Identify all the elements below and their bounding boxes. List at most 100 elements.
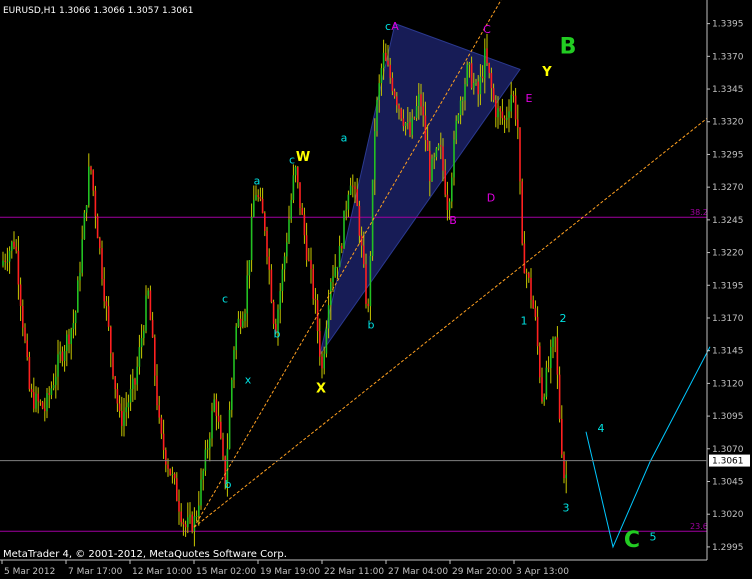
candle-body bbox=[202, 470, 204, 480]
candle-body bbox=[57, 354, 59, 377]
candle-body bbox=[143, 330, 145, 339]
candle-body bbox=[415, 106, 418, 118]
candle-body bbox=[352, 185, 354, 187]
candle-body bbox=[338, 245, 341, 268]
chart-background bbox=[0, 0, 752, 579]
candle-body bbox=[391, 77, 394, 92]
candle-body bbox=[400, 108, 402, 119]
time-tick-label: 7 Mar 17:00 bbox=[68, 567, 123, 577]
candle-body bbox=[191, 514, 193, 532]
candle-body bbox=[347, 194, 350, 210]
candle-body bbox=[28, 357, 31, 390]
candle-body bbox=[145, 295, 147, 331]
candle-body bbox=[81, 239, 83, 273]
candle-body bbox=[242, 321, 244, 327]
price-tick-label: 1.3145 bbox=[712, 347, 744, 357]
candle-body bbox=[462, 100, 464, 102]
candle-body bbox=[13, 241, 15, 247]
candle-body bbox=[497, 108, 499, 118]
candle-body bbox=[206, 448, 209, 450]
candle-body bbox=[508, 111, 510, 118]
price-chart[interactable]: 38.223.6 c A CBYEac WaDBcbbxXb1 243C 5 1.3395… bbox=[0, 0, 752, 579]
time-tick-label: 22 Mar 11:00 bbox=[324, 567, 384, 577]
candle-body bbox=[556, 337, 559, 375]
price-tick-label: 1.3370 bbox=[712, 52, 744, 62]
candle-body bbox=[437, 145, 440, 149]
candle-body bbox=[107, 306, 110, 327]
candle-body bbox=[59, 351, 61, 355]
current-price-label: 1.3061 bbox=[712, 457, 744, 467]
wave-label: C bbox=[483, 23, 491, 36]
candle-body bbox=[409, 121, 411, 135]
candle-body bbox=[429, 150, 431, 181]
candle-body bbox=[55, 376, 57, 386]
candle-body bbox=[250, 216, 253, 261]
candle-body bbox=[448, 201, 451, 211]
wave-label: c bbox=[222, 292, 228, 305]
candle-body bbox=[173, 473, 176, 479]
price-tick-label: 1.3020 bbox=[712, 510, 744, 520]
candle-body bbox=[237, 318, 240, 327]
candle-body bbox=[424, 115, 427, 141]
candle-body bbox=[290, 199, 292, 220]
candle-body bbox=[358, 205, 361, 236]
candle-body bbox=[239, 318, 242, 327]
candle-body bbox=[402, 118, 405, 127]
candle-body bbox=[160, 417, 163, 434]
candle-body bbox=[83, 212, 86, 240]
time-tick-label: 12 Mar 10:00 bbox=[132, 567, 192, 577]
wave-label: W bbox=[296, 150, 310, 165]
candle-body bbox=[92, 170, 94, 191]
candle-body bbox=[231, 379, 233, 410]
candle-body bbox=[479, 76, 482, 95]
candle-body bbox=[382, 52, 385, 69]
candle-body bbox=[61, 351, 64, 361]
candle-body bbox=[79, 272, 81, 281]
candle-body bbox=[68, 334, 70, 344]
candle-body bbox=[30, 389, 33, 393]
candle-body bbox=[481, 76, 484, 79]
candle-body bbox=[235, 326, 237, 351]
price-tick-label: 1.3320 bbox=[712, 118, 744, 128]
candle-body bbox=[70, 329, 72, 344]
candle-body bbox=[442, 146, 444, 171]
candle-body bbox=[19, 284, 22, 307]
candle-body bbox=[323, 353, 325, 369]
candle-body bbox=[125, 407, 127, 413]
candle-body bbox=[41, 402, 44, 409]
candle-body bbox=[74, 312, 77, 324]
candle-body bbox=[376, 99, 378, 132]
wave-label: 3 bbox=[563, 502, 570, 515]
candle-body bbox=[488, 63, 490, 73]
wave-label: b bbox=[274, 328, 281, 341]
candle-body bbox=[257, 195, 259, 197]
candle-body bbox=[255, 195, 257, 200]
candle-body bbox=[266, 230, 268, 257]
time-tick-label: 19 Mar 19:00 bbox=[260, 567, 320, 577]
candle-body bbox=[550, 346, 552, 369]
candle-body bbox=[182, 522, 185, 525]
candle-body bbox=[165, 450, 167, 465]
candle-body bbox=[490, 72, 493, 89]
candle-body bbox=[495, 99, 497, 118]
candle-body bbox=[519, 127, 521, 182]
candle-body bbox=[198, 505, 200, 517]
candle-body bbox=[281, 269, 284, 292]
candle-body bbox=[178, 500, 180, 512]
candle-body bbox=[149, 290, 152, 321]
candle-body bbox=[486, 48, 488, 64]
time-tick-label: 5 Mar 2012 bbox=[4, 567, 55, 577]
candle-body bbox=[158, 405, 160, 418]
candle-body bbox=[180, 511, 182, 523]
candle-body bbox=[167, 464, 169, 469]
time-tick-label: 3 Apr 13:00 bbox=[516, 567, 569, 577]
candle-body bbox=[162, 433, 165, 451]
candle-body bbox=[292, 175, 295, 200]
fibo-level-label: 23.6 bbox=[690, 522, 708, 531]
time-tick-label: 15 Mar 02:00 bbox=[196, 567, 256, 577]
candle-body bbox=[116, 389, 119, 404]
candle-body bbox=[24, 327, 26, 341]
candle-body bbox=[246, 275, 248, 314]
candle-body bbox=[222, 438, 224, 457]
candle-body bbox=[418, 94, 420, 107]
